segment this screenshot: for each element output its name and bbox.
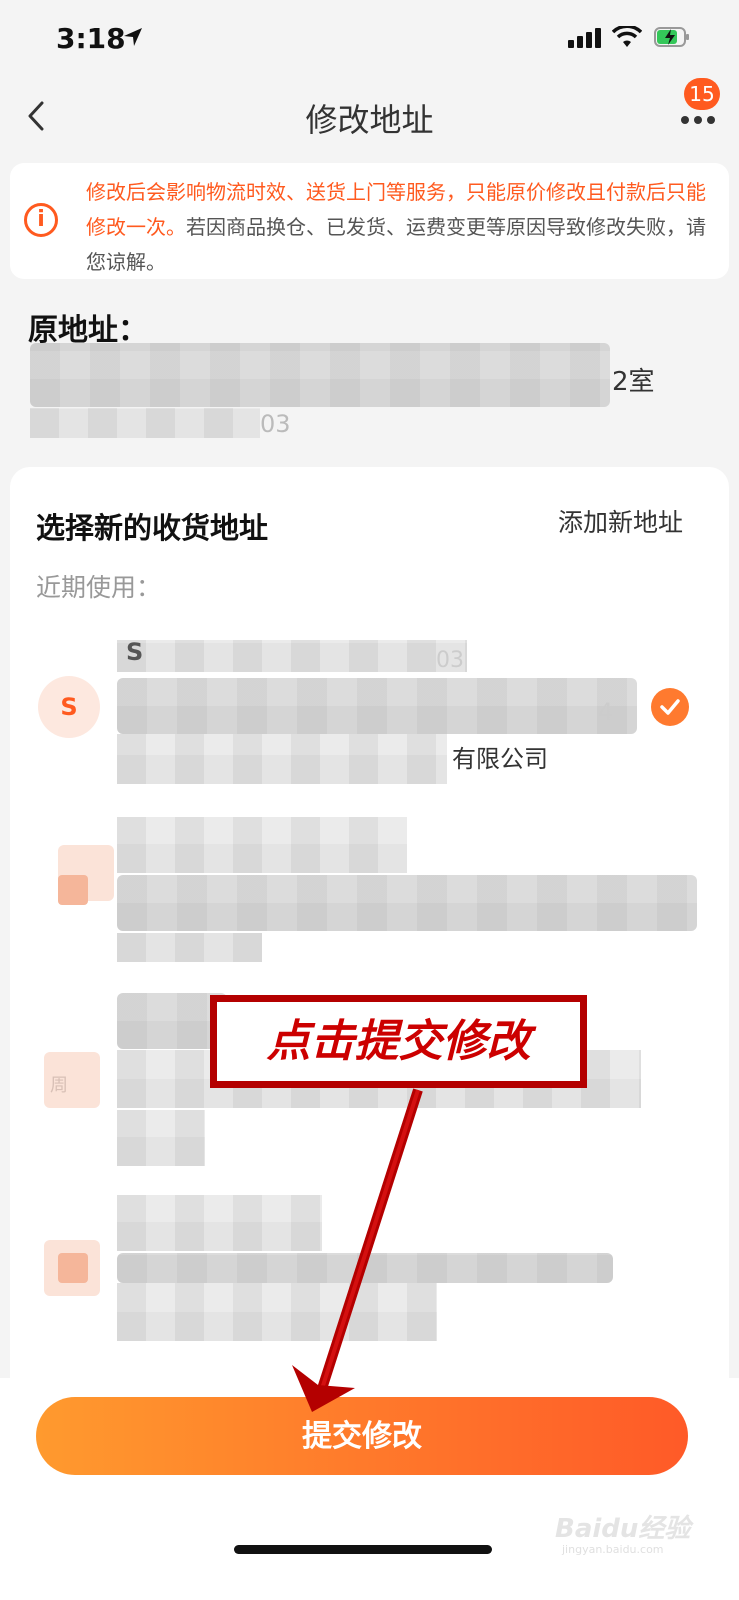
address-name-redacted <box>117 817 407 873</box>
address-line-visible: 4 <box>598 698 614 726</box>
wifi-icon <box>611 24 643 52</box>
recent-used-label: 近期使用： <box>36 573 162 602</box>
annotation-callout: 点击提交修改 <box>210 995 587 1088</box>
selected-check-icon[interactable] <box>651 688 689 726</box>
address-detail-redacted-2 <box>117 1110 205 1166</box>
address-detail-redacted[interactable] <box>117 1253 613 1283</box>
address-avatar <box>58 1253 88 1283</box>
cellular-signal-icon <box>568 28 601 48</box>
address-detail-redacted-2 <box>117 1283 437 1341</box>
message-count-badge: 15 <box>684 78 720 110</box>
address-avatar-text: 周 <box>50 1075 68 1096</box>
notice-banner: 修改后会影响物流时效、送货上门等服务，只能原价修改且付款后只能修改一次。若因商品… <box>10 163 729 279</box>
address-avatar <box>58 875 88 905</box>
battery-charging-icon <box>654 27 690 47</box>
select-address-title: 选择新的收货地址 <box>36 511 269 545</box>
address-detail-redacted[interactable] <box>117 678 637 734</box>
status-time: 3:18 <box>56 22 126 55</box>
baidu-watermark-logo: Baidu经验 <box>555 1514 691 1544</box>
address-detail-redacted-2 <box>117 734 447 784</box>
original-address-tail-2: 03 <box>260 410 291 438</box>
original-address-tail: 2室 <box>612 367 655 397</box>
address-name-redacted <box>117 640 467 672</box>
address-phone-visible: 03 <box>436 648 464 673</box>
address-name-redacted <box>117 1195 322 1251</box>
baidu-watermark-url: jingyan.baidu.com <box>562 1543 664 1556</box>
original-address-redacted-2 <box>30 408 260 438</box>
address-avatar: S <box>38 676 100 738</box>
more-menu-icon[interactable] <box>680 110 716 129</box>
address-detail-redacted-2 <box>117 933 262 962</box>
page-title: 修改地址 <box>305 101 434 139</box>
add-new-address-link[interactable]: 添加新地址 <box>558 503 683 539</box>
info-icon: i <box>24 203 58 237</box>
location-arrow-icon <box>122 26 144 52</box>
original-address-redacted <box>30 343 610 407</box>
address-name-visible: S <box>126 638 144 666</box>
address-detail-redacted[interactable] <box>117 875 697 931</box>
home-indicator[interactable] <box>234 1545 492 1554</box>
submit-change-button[interactable]: 提交修改 <box>36 1397 688 1475</box>
address-company-visible: 有限公司 <box>452 745 548 773</box>
